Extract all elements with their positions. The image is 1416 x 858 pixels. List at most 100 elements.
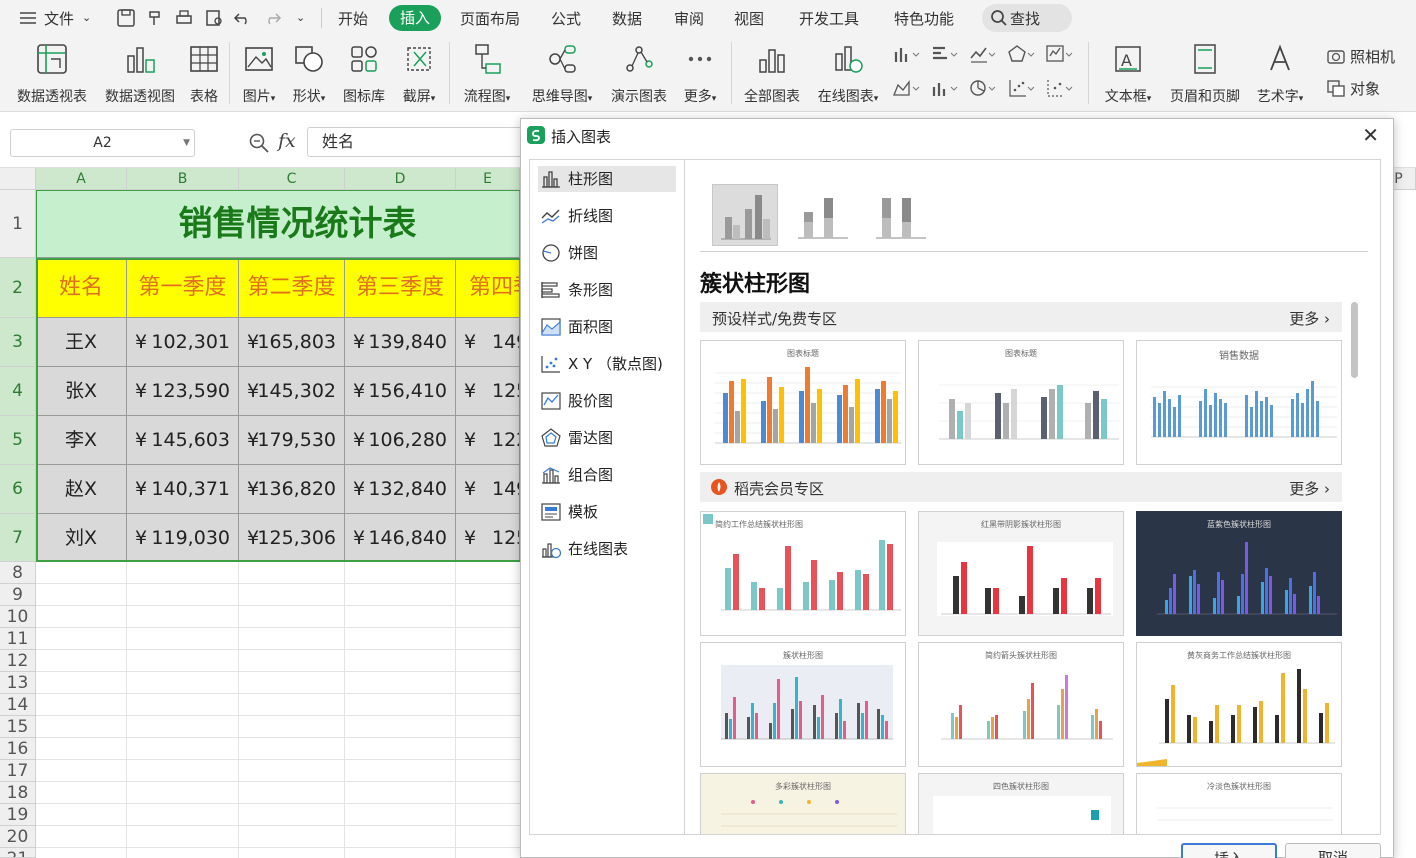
amount-cell[interactable]: ¥123,590 bbox=[127, 367, 239, 416]
tab-formula[interactable]: 公式 bbox=[551, 8, 581, 29]
header-cell-name[interactable]: 姓名 bbox=[36, 258, 127, 318]
amount-cell[interactable]: ¥145,603 bbox=[127, 416, 239, 465]
combo-chart-small-icon[interactable] bbox=[931, 78, 959, 98]
amount-cell[interactable]: ¥145,302 bbox=[239, 367, 345, 416]
row-header-16[interactable]: 16 bbox=[0, 738, 36, 760]
amount-cell[interactable]: ¥149 bbox=[456, 318, 520, 367]
tab-view[interactable]: 视图 bbox=[734, 8, 764, 29]
formula-input[interactable]: 姓名 bbox=[307, 127, 537, 157]
search-box[interactable]: 查找 bbox=[982, 4, 1072, 32]
amount-cell[interactable]: ¥102,301 bbox=[127, 318, 239, 367]
shape-button[interactable]: 形状▾ bbox=[286, 42, 332, 110]
col-header-b[interactable]: B bbox=[127, 168, 239, 190]
row-header-3[interactable]: 3 bbox=[0, 318, 36, 367]
row-header-1[interactable]: 1 bbox=[0, 190, 36, 258]
thumb-free-3[interactable]: 销售数据 bbox=[1136, 340, 1342, 465]
mindmap-button[interactable]: 思维导图▾ bbox=[524, 42, 600, 110]
file-dropdown-icon[interactable]: ⌄ bbox=[82, 11, 91, 24]
amount-cell[interactable]: ¥140,371 bbox=[127, 465, 239, 514]
hamburger-menu-icon[interactable] bbox=[18, 8, 38, 28]
pivot-chart-button[interactable]: 数据透视图 bbox=[98, 42, 182, 110]
amount-cell[interactable]: ¥149 bbox=[456, 465, 520, 514]
row-header-19[interactable]: 19 bbox=[0, 804, 36, 826]
screenshot-button[interactable]: 截屏▾ bbox=[396, 42, 442, 110]
row-header-9[interactable]: 9 bbox=[0, 584, 36, 606]
category-column[interactable]: 柱形图 bbox=[538, 166, 676, 192]
row-header-2[interactable]: 2 bbox=[0, 258, 36, 318]
variant-percent-stacked-column[interactable] bbox=[868, 184, 934, 246]
header-cell-q4[interactable]: 第四季 bbox=[456, 258, 520, 318]
row-header-15[interactable]: 15 bbox=[0, 716, 36, 738]
area-chart-small-icon[interactable] bbox=[893, 78, 921, 98]
name-cell[interactable]: 张X bbox=[36, 367, 127, 416]
row-header-5[interactable]: 5 bbox=[0, 416, 36, 465]
tab-review[interactable]: 审阅 bbox=[674, 8, 704, 29]
scatter-chart-small-icon[interactable] bbox=[1008, 78, 1036, 98]
tab-data[interactable]: 数据 bbox=[612, 8, 642, 29]
member-more-link[interactable]: 更多 › bbox=[1289, 478, 1330, 499]
undo-icon[interactable] bbox=[233, 8, 253, 28]
stock-chart-small-icon[interactable] bbox=[1046, 44, 1074, 64]
header-cell-q3[interactable]: 第三季度 bbox=[345, 258, 456, 318]
print-icon[interactable] bbox=[174, 8, 194, 28]
col-header-e[interactable]: E bbox=[456, 168, 520, 190]
row-header-6[interactable]: 6 bbox=[0, 465, 36, 514]
file-menu[interactable]: 文件 bbox=[44, 8, 74, 29]
category-template[interactable]: 模板 bbox=[538, 499, 676, 525]
dot-chart-small-icon[interactable] bbox=[1046, 78, 1074, 98]
thumb-member-6[interactable]: 黄灰商务工作总结簇状柱形图 bbox=[1136, 642, 1342, 767]
thumb-free-1[interactable]: 图表标题 bbox=[700, 340, 906, 465]
row-header-14[interactable]: 14 bbox=[0, 694, 36, 716]
amount-cell[interactable]: ¥146,840 bbox=[345, 514, 456, 562]
name-cell[interactable]: 刘X bbox=[36, 514, 127, 562]
category-line[interactable]: 折线图 bbox=[538, 203, 676, 229]
dialog-titlebar[interactable]: 插入图表 ✕ bbox=[521, 119, 1393, 151]
line-chart-small-icon[interactable] bbox=[969, 44, 997, 64]
flowchart-button[interactable]: 流程图▾ bbox=[456, 42, 518, 110]
variant-stacked-column[interactable] bbox=[790, 184, 856, 246]
save-icon[interactable] bbox=[116, 8, 136, 28]
fx-button[interactable]: fx bbox=[278, 130, 296, 152]
row-header-7[interactable]: 7 bbox=[0, 514, 36, 562]
amount-cell[interactable]: ¥125 bbox=[456, 367, 520, 416]
row-header-13[interactable]: 13 bbox=[0, 672, 36, 694]
thumb-member-2[interactable]: 红黑带阴影簇状柱形图 bbox=[918, 511, 1124, 636]
free-more-link[interactable]: 更多 › bbox=[1289, 308, 1330, 329]
redo-icon[interactable] bbox=[262, 8, 282, 28]
category-pie[interactable]: 饼图 bbox=[538, 240, 676, 266]
col-header-d[interactable]: D bbox=[345, 168, 456, 190]
icon-library-button[interactable]: 图标库 bbox=[338, 42, 390, 110]
object-button[interactable]: 对象 bbox=[1326, 78, 1406, 100]
category-radar[interactable]: 雷达图 bbox=[538, 425, 676, 451]
tab-page-layout[interactable]: 页面布局 bbox=[460, 8, 520, 29]
amount-cell[interactable]: ¥125 bbox=[456, 514, 520, 562]
row-header-12[interactable]: 12 bbox=[0, 650, 36, 672]
tab-start[interactable]: 开始 bbox=[338, 8, 368, 29]
sheet-title-cell[interactable]: 销售情况统计表 bbox=[36, 190, 520, 258]
camera-button[interactable]: 照相机 bbox=[1326, 46, 1406, 68]
amount-cell[interactable]: ¥139,840 bbox=[345, 318, 456, 367]
tab-developer[interactable]: 开发工具 bbox=[799, 8, 859, 29]
category-combo[interactable]: 组合图 bbox=[538, 462, 676, 488]
presentation-chart-button[interactable]: 演示图表 bbox=[606, 42, 672, 110]
thumb-member-7[interactable]: 多彩簇状柱形图 bbox=[700, 773, 906, 834]
amount-cell[interactable]: ¥179,530 bbox=[239, 416, 345, 465]
amount-cell[interactable]: ¥132,840 bbox=[345, 465, 456, 514]
wordart-button[interactable]: 艺术字▾ bbox=[1250, 42, 1310, 110]
header-cell-q1[interactable]: 第一季度 bbox=[127, 258, 239, 318]
zoom-formula-icon[interactable] bbox=[248, 132, 270, 154]
format-painter-icon[interactable] bbox=[146, 8, 166, 28]
amount-cell[interactable]: ¥125,306 bbox=[239, 514, 345, 562]
textbox-button[interactable]: A 文本框▾ bbox=[1096, 42, 1160, 110]
row-header-11[interactable]: 11 bbox=[0, 628, 36, 650]
row-header-21[interactable]: 21 bbox=[0, 848, 36, 858]
category-bar[interactable]: 条形图 bbox=[538, 277, 676, 303]
amount-cell[interactable]: ¥165,803 bbox=[239, 318, 345, 367]
category-online[interactable]: 在线图表 bbox=[538, 536, 676, 562]
select-all-corner[interactable] bbox=[0, 168, 36, 190]
thumb-member-3[interactable]: 蓝紫色簇状柱形图 bbox=[1136, 511, 1342, 636]
amount-cell[interactable]: ¥136,820 bbox=[239, 465, 345, 514]
pivot-table-button[interactable]: 数据透视表 bbox=[10, 42, 94, 110]
thumb-member-5[interactable]: 简约箭头簇状柱形图 bbox=[918, 642, 1124, 767]
print-preview-icon[interactable] bbox=[204, 8, 224, 28]
